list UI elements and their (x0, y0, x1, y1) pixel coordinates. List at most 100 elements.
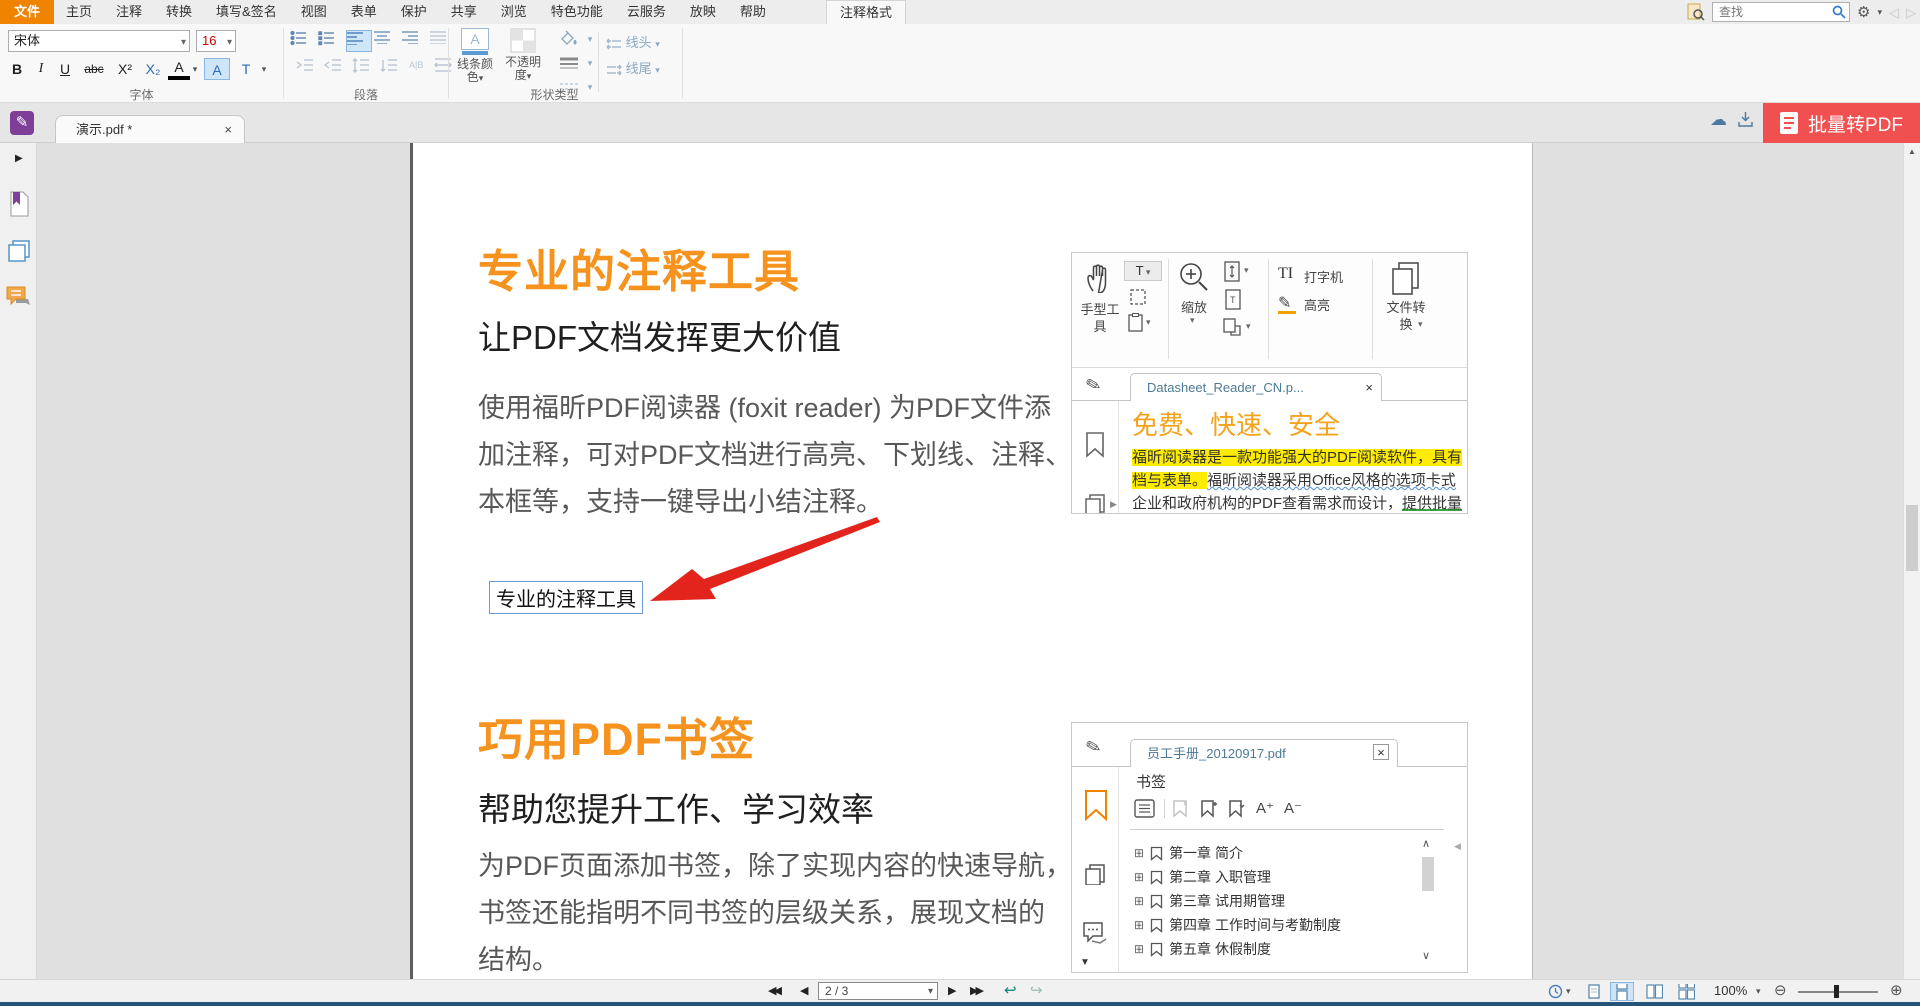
tree-expand-icon[interactable]: ⊞ (1134, 918, 1144, 932)
rotate-view-icon[interactable] (1548, 984, 1563, 999)
cloud-icon[interactable]: ☁ (1710, 111, 1727, 128)
pdf-page[interactable]: 专业的注释工具 让PDF文档发挥更大价值 使用福昕PDF阅读器 (foxit r… (410, 143, 1533, 979)
bookmark-item[interactable]: ⊞ 第五章 休假制度 (1134, 939, 1414, 959)
char-spacing-button[interactable]: A (204, 58, 230, 80)
continuous-view-button[interactable] (1610, 982, 1634, 1001)
single-page-view-button[interactable] (1582, 982, 1606, 1001)
bookmark-item[interactable]: ⊞ 第三章 试用期管理 (1134, 891, 1414, 911)
menu-item-features[interactable]: 特色功能 (539, 0, 615, 24)
first-page-icon[interactable]: ◀◀ (768, 980, 779, 1002)
align-left-button[interactable] (346, 30, 372, 52)
menu-item-cloud[interactable]: 云服务 (615, 0, 678, 24)
search-icon[interactable] (1832, 5, 1846, 19)
char-width-button[interactable]: A|B (408, 58, 434, 80)
menu-item-share[interactable]: 共享 (439, 0, 489, 24)
next-page-icon[interactable]: ▶ (948, 980, 956, 1002)
text-direction-button[interactable]: T (234, 58, 258, 80)
menu-item-form[interactable]: 表单 (339, 0, 389, 24)
bookmark-panel-icon[interactable] (8, 191, 30, 217)
zoom-in-icon[interactable]: ⊕ (1890, 980, 1903, 1002)
fill-color-dropdown-icon[interactable]: ▾ (584, 28, 596, 50)
tree-expand-icon[interactable]: ⊞ (1134, 894, 1144, 908)
align-right-button[interactable] (402, 30, 428, 52)
menu-item-protect[interactable]: 保护 (389, 0, 439, 24)
font-size-combo[interactable]: 16 ▾ (196, 30, 236, 52)
indent-decrease-button[interactable] (324, 58, 350, 80)
font-name-combo[interactable]: 宋体 ▾ (8, 30, 190, 52)
line-head-button[interactable]: 线头 ▾ (606, 32, 676, 54)
line-tail-button[interactable]: 线尾 ▾ (606, 58, 676, 80)
zoom-out-icon[interactable]: ⊖ (1774, 980, 1787, 1002)
bold-button[interactable]: B (6, 58, 28, 80)
zoom-level-dropdown-icon[interactable]: ▾ (1756, 980, 1761, 1002)
align-center-button[interactable] (374, 30, 400, 52)
bookmark-item[interactable]: ⊞ 第一章 简介 (1134, 843, 1414, 863)
font-color-button[interactable]: A (168, 58, 190, 80)
tree-expand-icon[interactable]: ⊞ (1134, 942, 1144, 956)
continuous-facing-view-button[interactable] (1674, 982, 1698, 1001)
zoom-level-value[interactable]: 100% (1714, 980, 1747, 1002)
bullet-list-button[interactable] (290, 30, 316, 52)
gear-icon[interactable]: ⚙ (1857, 5, 1870, 20)
panel-collapse-icon[interactable]: ◀ (1454, 841, 1461, 852)
menu-item-home[interactable]: 主页 (54, 0, 104, 24)
numbered-list-button[interactable] (318, 30, 344, 52)
line-spacing-button[interactable] (352, 58, 378, 80)
document-tab[interactable]: 演示.pdf * × (55, 115, 245, 143)
document-scrollbar[interactable]: ▲ (1903, 143, 1920, 979)
bookmark-scroll-up-icon[interactable]: ∧ (1422, 837, 1430, 850)
menu-item-present[interactable]: 放映 (678, 0, 728, 24)
scrollbar-up-icon[interactable]: ▲ (1908, 147, 1916, 156)
search-document-icon[interactable] (1687, 3, 1705, 21)
zoom-slider-thumb[interactable] (1834, 985, 1839, 998)
nav-forward-icon[interactable]: ▷ (1906, 6, 1916, 19)
strikethrough-button[interactable]: abc (78, 58, 110, 80)
bookmark-item[interactable]: ⊞ 第二章 入职管理 (1134, 867, 1414, 887)
scrollbar-thumb[interactable] (1906, 505, 1918, 571)
bookmark-scroll-down-icon[interactable]: ∨ (1422, 949, 1430, 962)
bookmark-item[interactable]: ⊞ 第四章 工作时间与考勤制度 (1134, 915, 1414, 935)
gear-dropdown-icon[interactable]: ▾ (1877, 8, 1882, 17)
batch-convert-pdf-button[interactable]: 批量转PDF (1763, 103, 1920, 143)
menu-item-comment[interactable]: 注释 (104, 0, 154, 24)
bookmark-scroll-thumb[interactable] (1422, 857, 1434, 891)
pages-panel-icon[interactable] (7, 239, 31, 263)
previous-view-icon[interactable]: ↩ (1004, 980, 1017, 1002)
menu-item-fill-sign[interactable]: 填写&签名 (204, 0, 289, 24)
search-input[interactable] (1712, 2, 1850, 22)
tab-comment-format[interactable]: 注释格式 (826, 0, 906, 24)
font-color-dropdown-icon[interactable]: ▾ (190, 58, 200, 80)
red-arrow-annotation[interactable] (640, 505, 885, 610)
text-annotation-box[interactable]: 专业的注释工具 (489, 581, 643, 614)
nav-back-icon[interactable]: ◁ (1889, 6, 1899, 19)
panel-expand-icon[interactable]: ▶ (15, 153, 23, 164)
page-combo-dropdown-icon[interactable]: ▾ (928, 984, 933, 1000)
prev-page-icon[interactable]: ◀ (800, 980, 808, 1002)
foxit-logo-icon[interactable]: ✎ (10, 111, 34, 135)
font-name-dropdown-icon[interactable]: ▾ (181, 33, 186, 53)
superscript-button[interactable]: X² (112, 58, 138, 80)
next-view-icon[interactable]: ↪ (1030, 980, 1043, 1002)
rotate-view-dropdown-icon[interactable]: ▾ (1566, 980, 1571, 1002)
tree-expand-icon[interactable]: ⊞ (1134, 846, 1144, 860)
subscript-button[interactable]: X₂ (140, 58, 166, 80)
line-style-button[interactable] (552, 52, 586, 74)
document-tab-close-icon[interactable]: × (224, 116, 232, 144)
line-style-dropdown-icon[interactable]: ▾ (584, 52, 596, 74)
font-size-dropdown-icon[interactable]: ▾ (227, 33, 232, 53)
page-number-combo[interactable]: 2 / 3 ▾ (818, 982, 938, 1000)
paragraph-spacing-button[interactable] (380, 58, 406, 80)
last-page-icon[interactable]: ▶▶ (970, 980, 981, 1002)
menu-item-view[interactable]: 视图 (289, 0, 339, 24)
italic-button[interactable]: I (30, 58, 52, 80)
comments-panel-icon[interactable] (6, 285, 32, 309)
fill-color-button[interactable] (552, 28, 586, 50)
facing-view-button[interactable] (1642, 982, 1666, 1001)
text-direction-dropdown-icon[interactable]: ▾ (258, 58, 270, 80)
menu-item-help[interactable]: 帮助 (728, 0, 778, 24)
tree-expand-icon[interactable]: ⊞ (1134, 870, 1144, 884)
menu-item-browse[interactable]: 浏览 (489, 0, 539, 24)
save-download-icon[interactable] (1737, 111, 1754, 128)
menu-item-convert[interactable]: 转换 (154, 0, 204, 24)
indent-increase-button[interactable] (296, 58, 322, 80)
